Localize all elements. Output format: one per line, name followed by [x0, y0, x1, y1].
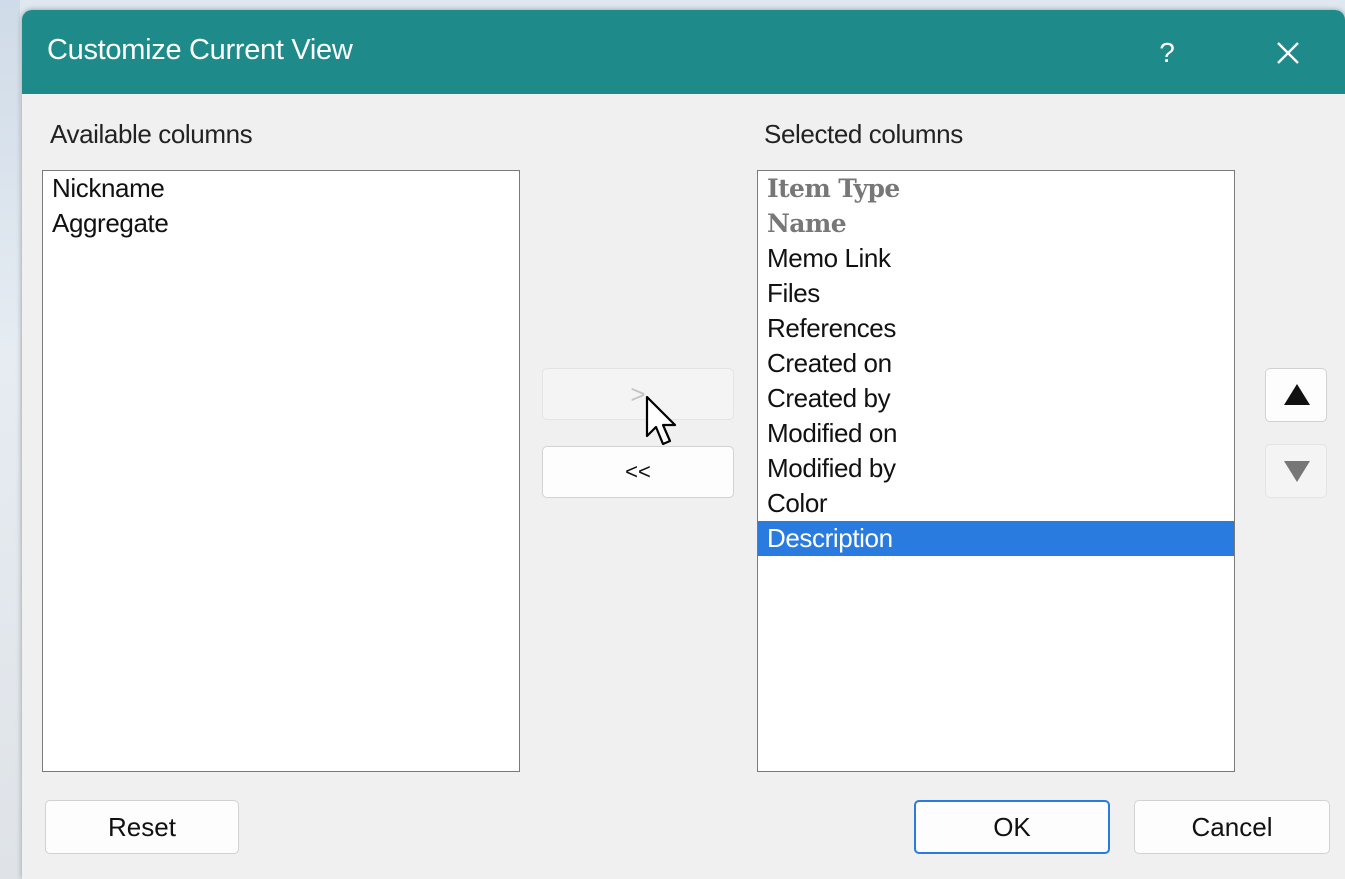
- background-window: [0, 0, 20, 879]
- selected-column-item[interactable]: Memo Link: [758, 241, 1234, 276]
- available-columns-label: Available columns: [50, 119, 253, 149]
- move-down-button[interactable]: [1265, 444, 1327, 498]
- selected-column-item[interactable]: Created by: [758, 381, 1234, 416]
- reset-button[interactable]: Reset: [45, 800, 239, 854]
- selected-column-item[interactable]: Item Type: [758, 171, 1234, 206]
- move-up-button[interactable]: [1265, 368, 1327, 422]
- selected-column-item[interactable]: Description: [758, 521, 1234, 556]
- available-column-item[interactable]: Aggregate: [43, 206, 519, 241]
- dialog-titlebar: Customize Current View ?: [22, 10, 1345, 94]
- selected-column-item[interactable]: Name: [758, 206, 1234, 241]
- selected-column-item[interactable]: References: [758, 311, 1234, 346]
- selected-column-item[interactable]: Modified by: [758, 451, 1234, 486]
- selected-column-item[interactable]: Files: [758, 276, 1234, 311]
- selected-column-item[interactable]: Color: [758, 486, 1234, 521]
- selected-column-item[interactable]: Modified on: [758, 416, 1234, 451]
- ok-button[interactable]: OK: [914, 800, 1110, 854]
- customize-view-dialog: Customize Current View ? Available colum…: [22, 10, 1345, 879]
- selected-columns-label: Selected columns: [764, 119, 963, 149]
- dialog-title: Customize Current View: [47, 34, 353, 66]
- help-button[interactable]: ?: [1140, 28, 1194, 78]
- cancel-button[interactable]: Cancel: [1134, 800, 1330, 854]
- available-column-item[interactable]: Nickname: [43, 171, 519, 206]
- selected-columns-list[interactable]: Item Type Name Memo Link Files References Cre…: [757, 170, 1235, 772]
- selected-column-item[interactable]: Created on: [758, 346, 1234, 381]
- remove-column-button[interactable]: <<: [542, 446, 734, 498]
- available-columns-list[interactable]: Nickname Aggregate: [42, 170, 520, 772]
- add-column-button[interactable]: >: [542, 368, 734, 420]
- close-icon: [1275, 41, 1301, 64]
- close-button[interactable]: [1258, 28, 1318, 78]
